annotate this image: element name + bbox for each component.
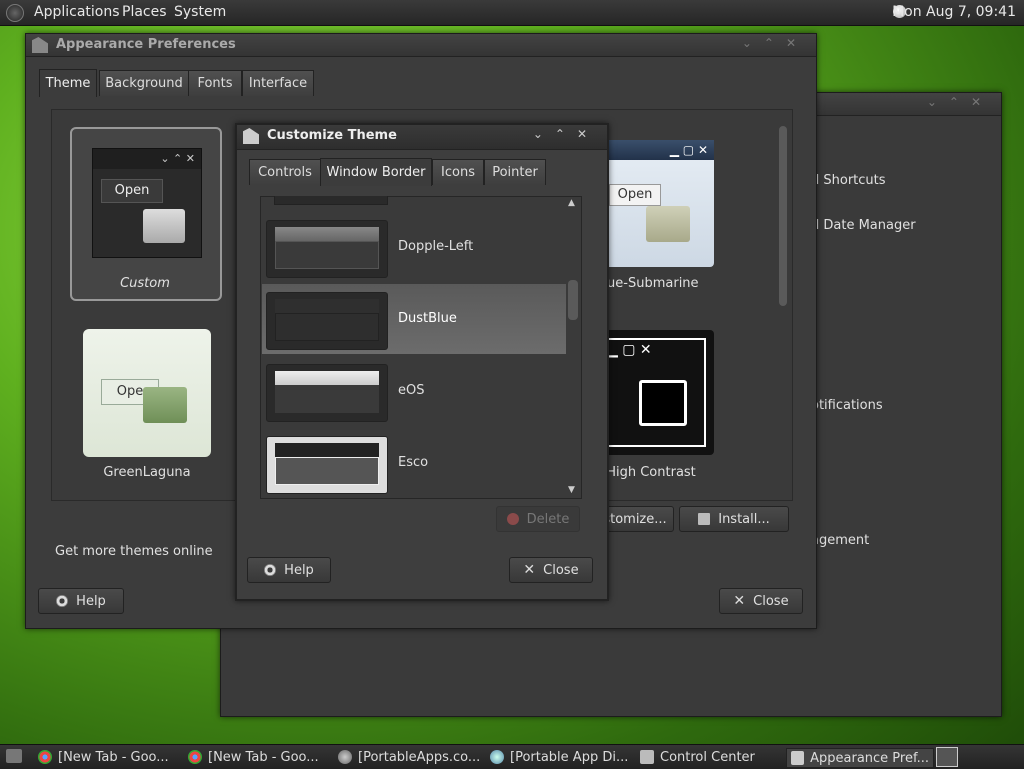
theme-item-greenlaguna[interactable]: Ope — [83, 329, 211, 457]
taskbar-item-portable-app-dir[interactable]: [Portable App Di... — [490, 748, 630, 766]
appearance-icon — [791, 751, 805, 765]
appearance-icon — [243, 128, 259, 144]
list-item-eos[interactable]: eOS — [262, 356, 566, 426]
taskbar: [New Tab - Goo... [New Tab - Goo... [Por… — [0, 744, 1024, 769]
cc-item-date-manager[interactable]: d Date Manager — [811, 218, 916, 233]
taskbar-item-portableapps[interactable]: [PortableApps.co... — [338, 748, 484, 766]
tab-icons[interactable]: Icons — [432, 159, 484, 185]
preview-open-button: Open — [101, 179, 163, 203]
theme-name-custom: Custom — [120, 276, 170, 291]
scroll-down-icon[interactable]: ▼ — [568, 485, 575, 495]
close-icon: ✕ — [523, 562, 536, 578]
tab-fonts[interactable]: Fonts — [188, 70, 242, 96]
dialog-help-button[interactable]: Help — [247, 557, 331, 583]
custom-preview: ⌄ ⌃ ✕ Open — [92, 148, 202, 258]
tab-window-border[interactable]: Window Border — [320, 158, 432, 186]
applications-menu[interactable]: Applications — [34, 4, 120, 20]
tab-background[interactable]: Background — [99, 70, 189, 96]
theme-item-blue-submarine[interactable]: ▁ ▢ ✕ Open — [591, 140, 714, 267]
tab-interface[interactable]: Interface — [242, 70, 314, 96]
close-icon: ✕ — [733, 593, 746, 609]
cc-item-shortcuts[interactable]: d Shortcuts — [811, 173, 886, 188]
list-item-dustblue[interactable]: DustBlue — [262, 284, 566, 354]
taskbar-item-chrome-2[interactable]: [New Tab - Goo... — [188, 748, 330, 766]
border-preview — [266, 292, 388, 350]
close-button[interactable]: ✕ Close — [719, 588, 803, 614]
chrome-icon — [38, 750, 52, 764]
tab-pointer[interactable]: Pointer — [484, 159, 546, 185]
border-preview — [266, 364, 388, 422]
border-preview — [266, 436, 388, 494]
control-center-icon — [640, 750, 654, 764]
help-icon — [56, 595, 69, 607]
scroll-thumb[interactable] — [568, 280, 578, 320]
list-scrollbar[interactable]: ▲ ▼ — [566, 198, 580, 495]
list-item-esco[interactable]: Esco — [262, 428, 566, 498]
install-button[interactable]: Install... — [679, 506, 789, 532]
preview-open-button: Open — [609, 184, 661, 206]
window-controls[interactable]: ⌄⌃✕ — [927, 95, 993, 109]
chrome-icon — [188, 750, 202, 764]
system-menu[interactable]: System — [174, 4, 226, 20]
appearance-icon — [32, 37, 48, 53]
help-button[interactable]: Help — [38, 588, 124, 614]
distro-logo-icon[interactable] — [6, 4, 24, 22]
dialog-title: Customize Theme — [267, 128, 397, 143]
tab-controls[interactable]: Controls — [249, 159, 321, 185]
help-icon — [264, 564, 277, 576]
taskbar-item-control-center[interactable]: Control Center — [640, 748, 780, 766]
cc-item-notifications[interactable]: otifications — [811, 398, 883, 413]
tab-theme[interactable]: Theme — [39, 69, 97, 97]
top-panel: Applications Places System Mon Aug 7, 09… — [0, 0, 1024, 26]
appearance-titlebar[interactable]: Appearance Preferences ⌄⌃✕ — [26, 34, 816, 57]
theme-scrollbar[interactable] — [776, 112, 788, 496]
taskbar-item-appearance[interactable]: Appearance Pref... — [786, 748, 934, 768]
folder-icon — [639, 380, 687, 426]
workspace-switcher[interactable] — [936, 747, 958, 767]
cc-item-management[interactable]: agement — [811, 533, 869, 548]
places-menu[interactable]: Places — [122, 4, 167, 20]
delete-button[interactable]: Delete — [496, 506, 580, 532]
show-desktop-icon[interactable] — [6, 749, 22, 763]
window-controls[interactable]: ⌄⌃✕ — [742, 36, 808, 50]
border-preview — [266, 220, 388, 278]
list-item-partial — [274, 196, 388, 205]
clock[interactable]: Mon Aug 7, 09:41 — [892, 4, 1016, 20]
theme-item-high-contrast[interactable]: ▁ ▢ ✕ — [591, 330, 714, 455]
theme-name-greenlaguna: GreenLaguna — [103, 465, 191, 480]
list-item-dopple-left[interactable]: Dopple-Left — [262, 212, 566, 282]
folder-icon — [143, 387, 187, 423]
folder-icon — [646, 206, 690, 242]
window-title: Appearance Preferences — [56, 37, 236, 52]
folder-icon — [698, 513, 711, 525]
globe-icon — [338, 750, 352, 764]
customize-titlebar[interactable]: Customize Theme ⌄⌃✕ — [237, 125, 607, 150]
folder-icon — [143, 209, 185, 243]
scroll-up-icon[interactable]: ▲ — [568, 198, 575, 208]
delete-icon — [506, 513, 519, 525]
window-controls[interactable]: ⌄⌃✕ — [533, 127, 599, 141]
taskbar-item-chrome-1[interactable]: [New Tab - Goo... — [38, 748, 180, 766]
dialog-close-button[interactable]: ✕ Close — [509, 557, 593, 583]
globe-icon — [490, 750, 504, 764]
get-more-themes-link[interactable]: Get more themes online — [55, 544, 213, 559]
